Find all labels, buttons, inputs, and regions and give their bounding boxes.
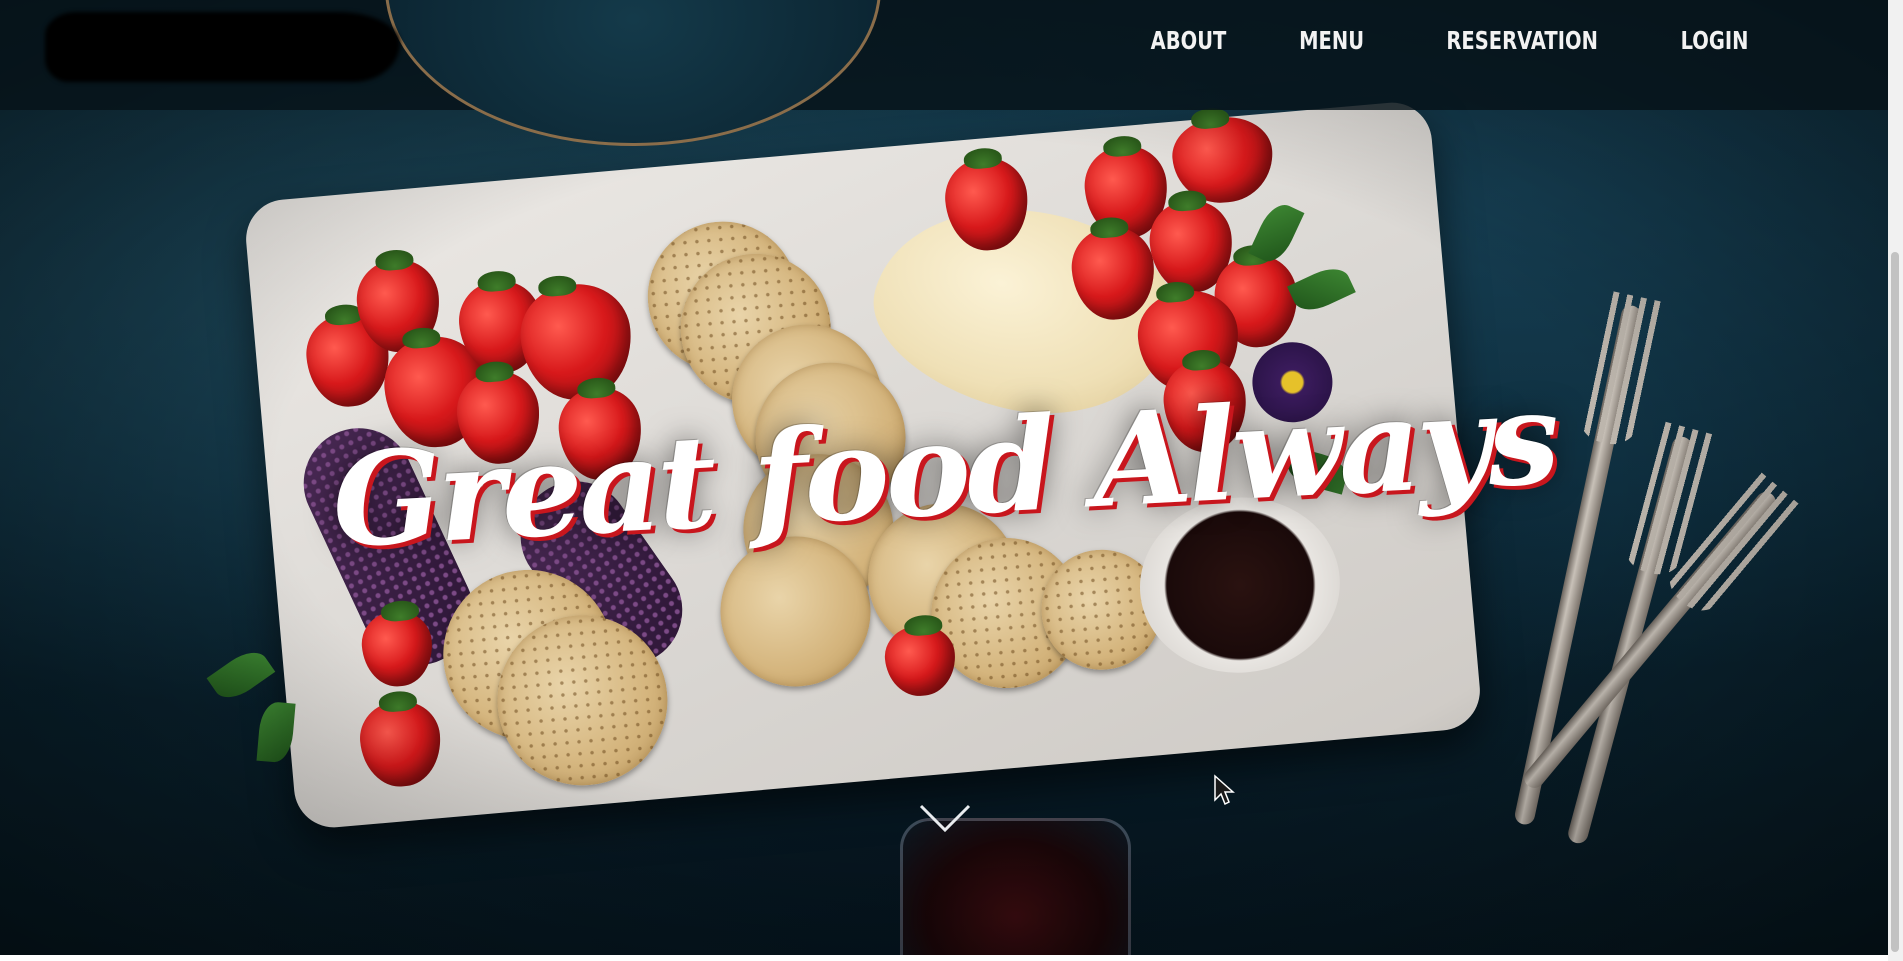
nav-login-link[interactable]: LOGIN [1681,26,1749,55]
mouse-pointer-icon [1213,774,1235,806]
scrollbar-thumb[interactable] [1891,252,1899,952]
logo[interactable] [45,12,400,82]
site-header: ABOUT MENU RESERVATION LOGIN [0,0,1888,146]
nav-reservation-link[interactable]: RESERVATION [1446,26,1598,55]
nav-about-link[interactable]: ABOUT [1151,26,1227,55]
page-bottom-edge [0,955,1888,961]
chevron-down-icon [919,804,971,833]
hero-section: Great food Always [0,0,1888,961]
main-nav: ABOUT MENU RESERVATION LOGIN [1140,26,1758,55]
scroll-down-button[interactable] [918,800,972,836]
nav-menu-link[interactable]: MENU [1299,26,1364,55]
page: Great food Always ABOUT MENU RESERVATION… [0,0,1903,961]
